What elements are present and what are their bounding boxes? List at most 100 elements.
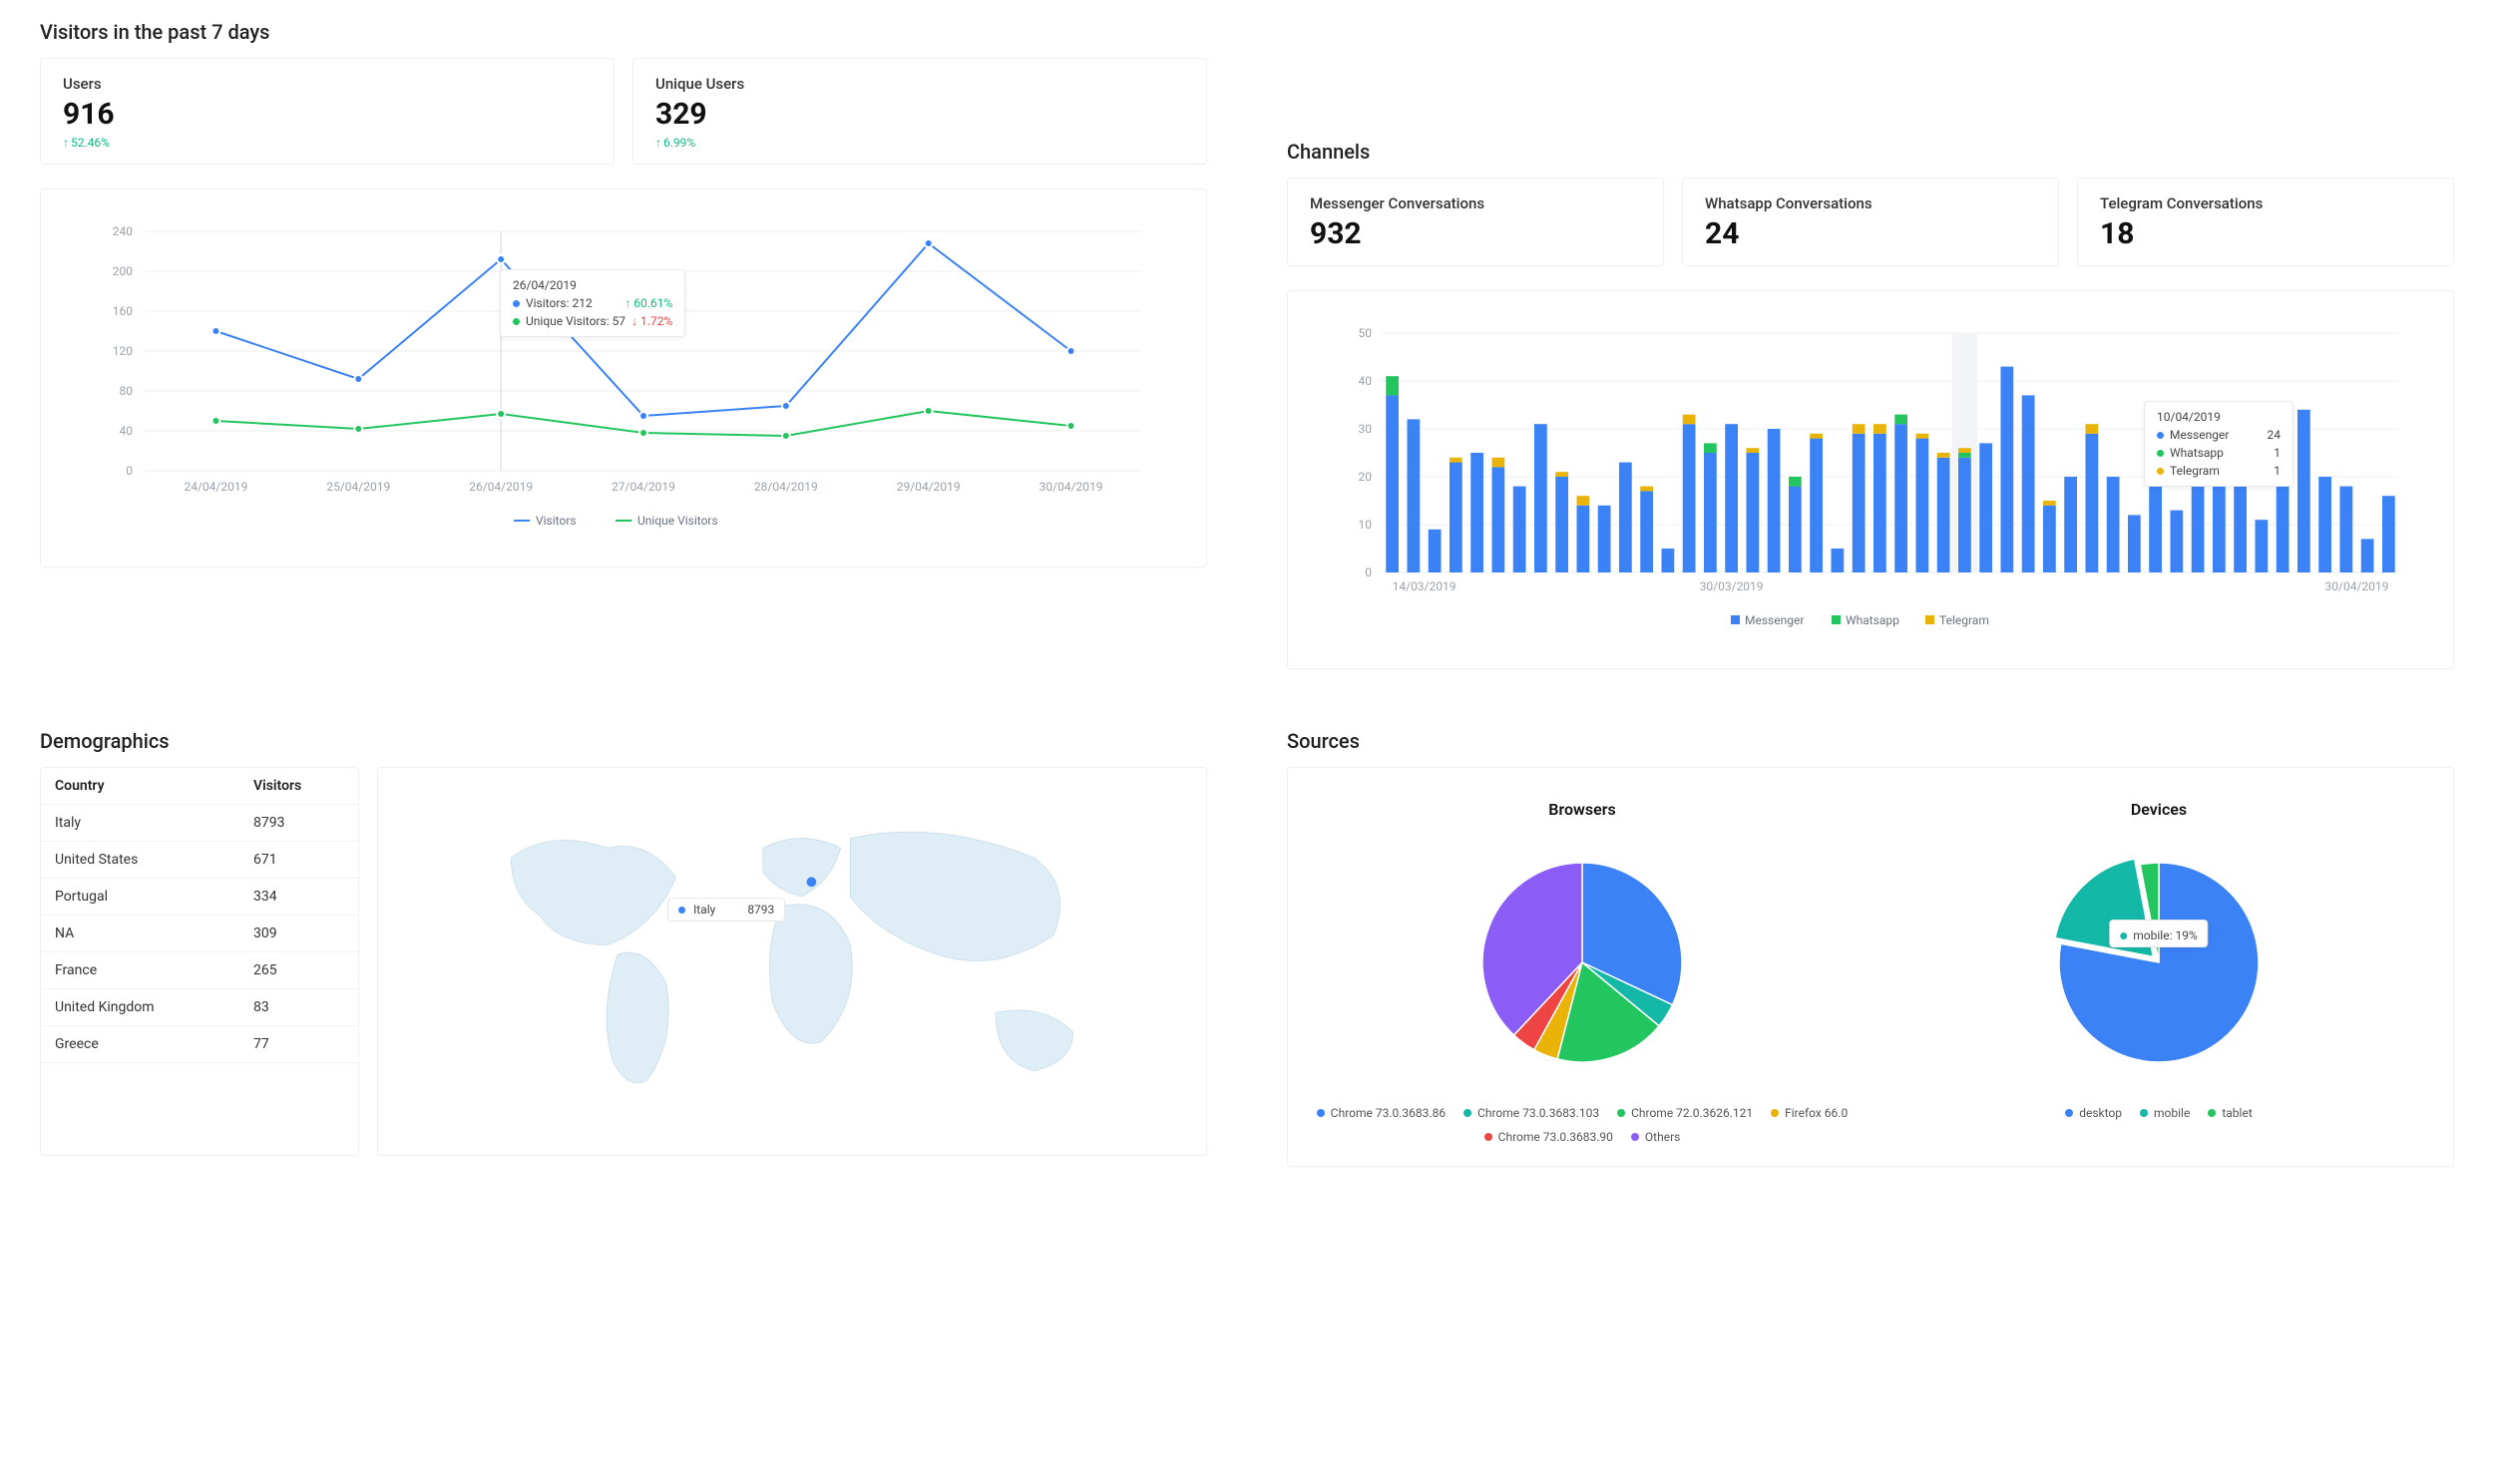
svg-text:120: 120: [113, 344, 133, 358]
dot-icon: [2065, 1109, 2073, 1117]
svg-text:25/04/2019: 25/04/2019: [326, 480, 390, 494]
svg-text:27/04/2019: 27/04/2019: [612, 480, 675, 494]
svg-text:10: 10: [1359, 518, 1373, 532]
dot-icon: [2140, 1109, 2148, 1117]
svg-text:30/04/2019: 30/04/2019: [2325, 579, 2389, 593]
legend-item: desktop: [2065, 1106, 2122, 1120]
visitors-line-chart[interactable]: 0 40 80 120 160 200 240 24/04/2019 25/04/2019 26/…: [67, 211, 1180, 541]
dot-icon: [2157, 432, 2164, 439]
browsers-pie-col: Browsers Chrome 73.0.3683.86Chrome 73.0.…: [1314, 790, 1851, 1144]
svg-text:Visitors: Visitors: [536, 514, 577, 528]
legend-item: Firefox 66.0: [1771, 1106, 1848, 1120]
legend-item: mobile: [2140, 1106, 2190, 1120]
svg-text:Messenger: Messenger: [1745, 613, 1804, 627]
svg-text:0: 0: [1365, 565, 1372, 579]
svg-text:200: 200: [113, 264, 133, 278]
browsers-pie-chart[interactable]: [1314, 833, 1851, 1092]
dot-icon: [1317, 1109, 1325, 1117]
table-row: Greece77: [41, 1026, 358, 1063]
svg-text:80: 80: [120, 384, 134, 398]
svg-text:29/04/2019: 29/04/2019: [897, 480, 961, 494]
kpi-delta: ↑ 52.46%: [63, 136, 592, 150]
col-country: Country: [41, 768, 239, 805]
svg-text:28/04/2019: 28/04/2019: [754, 480, 818, 494]
svg-text:Whatsapp: Whatsapp: [1846, 613, 1899, 627]
dot-icon: [1484, 1133, 1492, 1141]
table-row: United Kingdom83: [41, 989, 358, 1026]
svg-text:14/03/2019: 14/03/2019: [1393, 579, 1456, 593]
dot-icon: [2208, 1109, 2216, 1117]
visitors-section: Visitors in the past 7 days Users 916 ↑ …: [40, 20, 1207, 669]
svg-text:26/04/2019: 26/04/2019: [469, 480, 533, 494]
svg-text:50: 50: [1359, 326, 1373, 340]
svg-text:0: 0: [126, 464, 133, 478]
devices-pie-chart[interactable]: [1890, 833, 2427, 1092]
svg-text:240: 240: [113, 224, 133, 238]
tooltip-date: 10/04/2019: [2157, 410, 2281, 424]
svg-text:24/04/2019: 24/04/2019: [184, 480, 247, 494]
kpi-whatsapp: Whatsapp Conversations 24: [1682, 178, 2059, 266]
channels-title: Channels: [1287, 140, 2454, 164]
svg-text:30: 30: [1359, 422, 1373, 436]
world-map[interactable]: [404, 790, 1180, 1129]
kpi-label: Users: [63, 75, 592, 93]
kpi-users: Users 916 ↑ 52.46%: [40, 58, 615, 165]
svg-text:30/03/2019: 30/03/2019: [1700, 579, 1764, 593]
legend-item: Chrome 72.0.3626.121: [1617, 1106, 1753, 1120]
demographics-title: Demographics: [40, 729, 1207, 753]
demographics-map-card[interactable]: Italy 8793: [377, 767, 1207, 1156]
visitors-chart-card: 0 40 80 120 160 200 240 24/04/2019 25/04/2019 26/…: [40, 188, 1207, 567]
browsers-legend: Chrome 73.0.3683.86Chrome 73.0.3683.103C…: [1314, 1106, 1851, 1144]
channels-kpis: Messenger Conversations 932 Whatsapp Con…: [1287, 178, 2454, 266]
kpi-telegram: Telegram Conversations 18: [2077, 178, 2454, 266]
table-row: France265: [41, 952, 358, 989]
svg-text:160: 160: [113, 304, 133, 318]
visitors-kpis: Users 916 ↑ 52.46% Unique Users 329 ↑ 6.…: [40, 58, 1207, 165]
visitors-title: Visitors in the past 7 days: [40, 20, 1207, 44]
visitors-tooltip: 26/04/2019 Visitors: 212 ↑ 60.61% Unique…: [500, 269, 685, 337]
dot-icon: [2157, 450, 2164, 457]
devices-legend: desktop mobile tablet: [1890, 1106, 2427, 1120]
dot-icon: [1771, 1109, 1779, 1117]
legend-item: Chrome 73.0.3683.90: [1484, 1130, 1613, 1144]
tooltip-date: 26/04/2019: [513, 278, 672, 292]
table-row: NA309: [41, 916, 358, 952]
demographics-table: Country Visitors Italy8793United States6…: [41, 768, 358, 1063]
svg-text:Unique Visitors: Unique Visitors: [637, 514, 718, 528]
dot-icon: [513, 318, 520, 325]
dot-icon: [678, 907, 685, 914]
dot-icon: [1463, 1109, 1471, 1117]
kpi-delta: ↑ 6.99%: [655, 136, 1184, 150]
channels-tooltip: 10/04/2019 Messenger24 Whatsapp1 Telegra…: [2144, 401, 2293, 487]
dot-icon: [1631, 1133, 1639, 1141]
dot-icon: [1617, 1109, 1625, 1117]
kpi-value: 329: [655, 97, 1184, 132]
col-visitors: Visitors: [239, 768, 358, 805]
kpi-unique-users: Unique Users 329 ↑ 6.99%: [632, 58, 1207, 165]
browsers-title: Browsers: [1314, 800, 1851, 819]
kpi-value: 916: [63, 97, 592, 132]
legend-item: Chrome 73.0.3683.86: [1317, 1106, 1446, 1120]
devices-title: Devices: [1890, 800, 2427, 819]
dot-icon: [2157, 468, 2164, 475]
devices-pie-col: Devices mobile: 19% desktopmobiletablet: [1890, 790, 2427, 1144]
arrow-up-icon: ↑: [63, 136, 69, 150]
svg-text:40: 40: [1359, 374, 1373, 388]
demographics-section: Demographics Country Visitors Italy8793U…: [40, 729, 1207, 1167]
demographics-table-card: Country Visitors Italy8793United States6…: [40, 767, 359, 1156]
table-row: United States671: [41, 842, 358, 879]
svg-text:40: 40: [120, 424, 134, 438]
sources-title: Sources: [1287, 729, 2454, 753]
channels-chart-card: 0102030405014/03/201930/03/201930/04/201…: [1287, 290, 2454, 669]
svg-text:Telegram: Telegram: [1939, 613, 1989, 627]
dot-icon: [513, 300, 520, 307]
sources-section: Sources Browsers Chrome 73.0.3683.86Chro…: [1287, 729, 2454, 1167]
table-row: Portugal334: [41, 879, 358, 916]
dot-icon: [2120, 932, 2127, 939]
map-tooltip: Italy 8793: [667, 898, 785, 922]
table-row: Italy8793: [41, 805, 358, 842]
legend-item: Others: [1631, 1130, 1680, 1144]
channels-section: Channels Messenger Conversations 932 Wha…: [1287, 20, 2454, 669]
legend-item: tablet: [2208, 1106, 2252, 1120]
kpi-messenger: Messenger Conversations 932: [1287, 178, 1664, 266]
